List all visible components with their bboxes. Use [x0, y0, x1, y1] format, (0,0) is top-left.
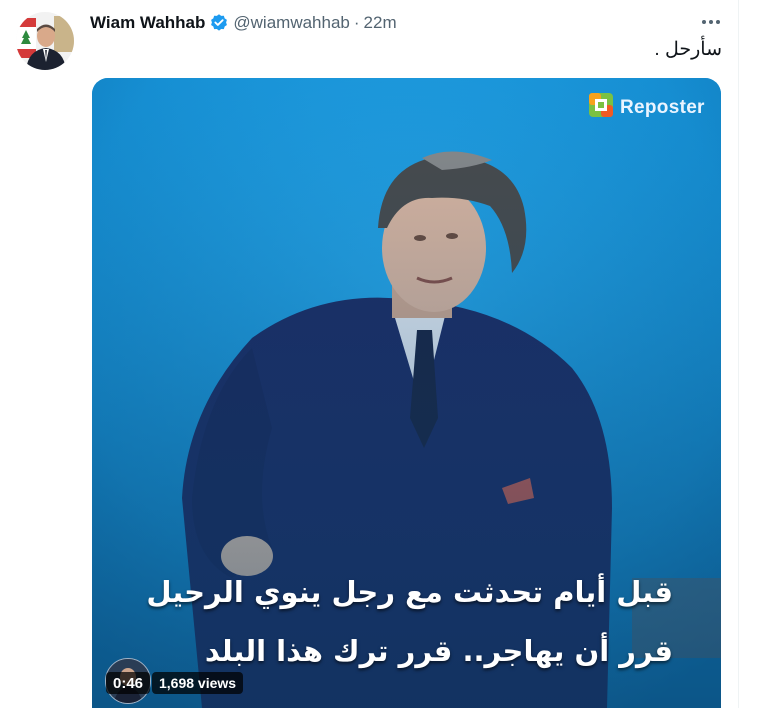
reposter-logo-icon	[588, 92, 614, 123]
reposter-watermark: Reposter	[588, 92, 705, 123]
video-view-count: 1,698 views	[152, 672, 244, 694]
timeline-divider	[738, 0, 739, 708]
video-caption-line-2: قرر أن يهاجر.. قرر ترك هذا البلد	[204, 634, 673, 668]
tweet-header: Wiam Wahhab @wiamwahhab · 22m	[90, 12, 397, 34]
video-player[interactable]: Reposter قبل أيام تحدثت مع رجل ينوي الرح…	[92, 78, 721, 708]
tweet[interactable]: Wiam Wahhab @wiamwahhab · 22m سأرحل . Re…	[0, 0, 757, 708]
reposter-label: Reposter	[620, 96, 705, 118]
verified-badge-icon	[209, 13, 229, 33]
author-handle[interactable]: @wiamwahhab	[233, 13, 349, 33]
author-avatar[interactable]	[16, 12, 74, 70]
video-duration: 0:46	[106, 672, 151, 694]
more-options-icon[interactable]	[698, 13, 724, 31]
video-frame	[92, 78, 721, 708]
tweet-text: سأرحل .	[654, 39, 722, 60]
author-name[interactable]: Wiam Wahhab	[90, 13, 205, 33]
video-caption-line-1: قبل أيام تحدثت مع رجل ينوي الرحيل	[146, 575, 673, 609]
separator-dot: ·	[353, 13, 360, 32]
tweet-timestamp[interactable]: 22m	[364, 13, 397, 33]
